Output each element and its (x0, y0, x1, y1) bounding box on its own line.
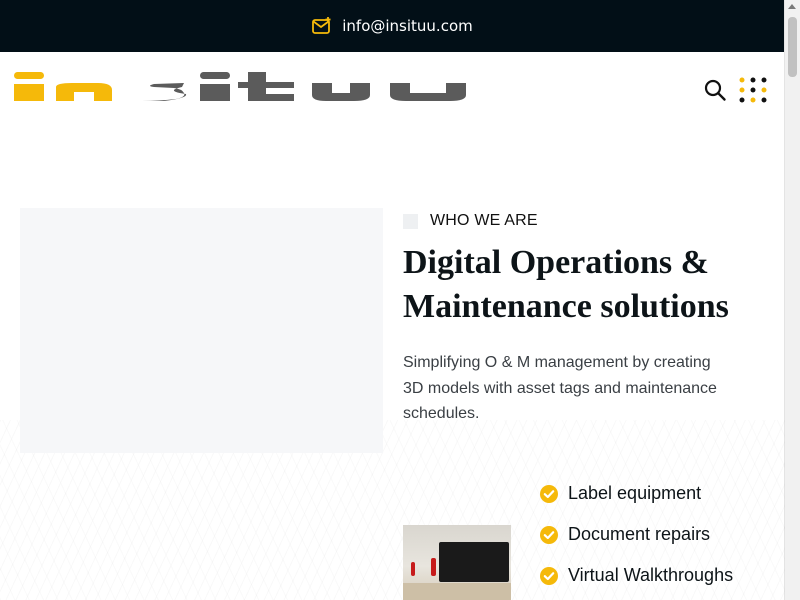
check-circle-icon (540, 484, 558, 503)
scroll-up-arrow-icon[interactable] (788, 4, 796, 9)
headline-line-1: Digital Operations & (403, 244, 709, 281)
contact-email-text: info@insituu.com (342, 17, 473, 35)
insituu-logo[interactable]: insituu (14, 70, 466, 104)
feature-label: Virtual Walkthroughs (568, 565, 734, 585)
tag-popup-panel (439, 542, 509, 582)
search-icon[interactable] (703, 78, 727, 102)
eyebrow-text: WHO WE ARE (430, 212, 538, 229)
grid-dots-icon[interactable] (738, 76, 768, 104)
page-scrollbar[interactable] (784, 0, 800, 600)
scrollbar-thumb[interactable] (788, 17, 797, 77)
site-header: insituu (0, 52, 785, 127)
section-headline: Digital Operations & Maintenance solutio… (403, 241, 783, 329)
headline-line-2: Maintenance solutions (403, 288, 729, 325)
mail-icon (312, 17, 331, 34)
check-circle-icon (540, 525, 558, 544)
feature-item: Document repairs (540, 514, 733, 555)
feature-item: Label equipment (540, 473, 733, 514)
feature-item: Virtual Walkthroughs (540, 555, 733, 596)
fire-extinguisher-icon (431, 558, 436, 576)
check-circle-icon (540, 566, 558, 585)
section-eyebrow: WHO WE ARE (403, 212, 538, 230)
fire-extinguisher-icon (411, 562, 415, 576)
top-bar: info@insituu.com (0, 0, 785, 52)
contact-email-link[interactable]: info@insituu.com (312, 17, 473, 35)
feature-list: Label equipment Document repairs Virtual… (540, 473, 733, 596)
feature-label: Document repairs (568, 524, 711, 544)
eyebrow-square-icon (403, 213, 418, 229)
about-media-placeholder (20, 208, 383, 453)
floor-area (403, 583, 511, 600)
section-description: Simplifying O & M management by creating… (403, 354, 717, 422)
feature-label: Label equipment (568, 483, 702, 503)
walkthrough-thumbnail-image[interactable] (403, 525, 511, 600)
